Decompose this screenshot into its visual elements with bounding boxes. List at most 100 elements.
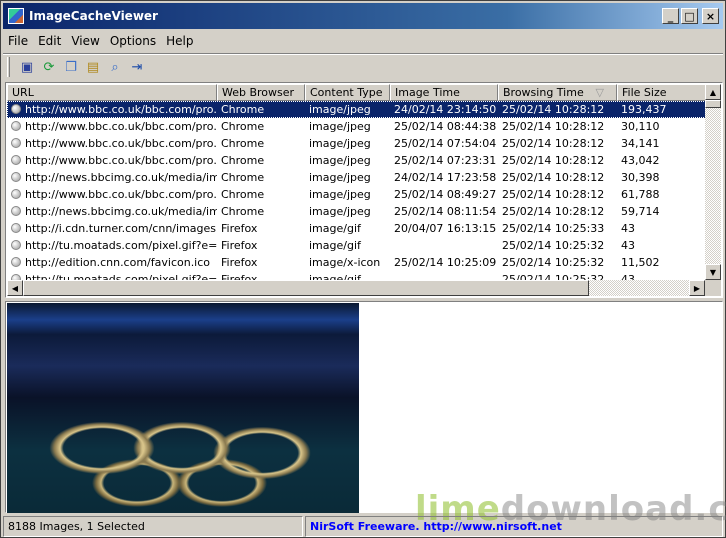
toolbar-grip[interactable]: [7, 57, 10, 77]
cell-browsing-time: 25/02/14 10:28:12: [498, 118, 617, 135]
menu-edit[interactable]: Edit: [33, 34, 66, 48]
cell-browsing-time: 25/02/14 10:28:12: [498, 203, 617, 220]
table-row[interactable]: http://www.bbc.co.uk/bbc.com/pro... Chrom…: [7, 186, 708, 203]
cell-text: 25/02/14 07:54:04: [394, 137, 497, 150]
close-button[interactable]: ×: [702, 8, 719, 24]
menu-options[interactable]: Options: [105, 34, 161, 48]
cell-text: image/jpeg: [309, 120, 371, 133]
cell-image-time: 24/02/14 17:23:58: [390, 169, 498, 186]
column-url[interactable]: URL: [7, 84, 217, 101]
cell-web-browser: Firefox: [217, 254, 305, 271]
title-bar: ImageCacheViewer _ □ ×: [3, 3, 723, 29]
cell-text: Chrome: [221, 188, 265, 201]
column-file-size[interactable]: File Size: [617, 84, 708, 101]
cell-text: 25/02/14 08:49:27: [394, 188, 497, 201]
table-row[interactable]: http://www.bbc.co.uk/bbc.com/pro... Chrom…: [7, 118, 708, 135]
cell-url: http://www.bbc.co.uk/bbc.com/pro...: [7, 135, 217, 152]
cell-text: image/jpeg: [309, 154, 371, 167]
menu-file[interactable]: File: [3, 34, 33, 48]
table-row[interactable]: http://www.bbc.co.uk/bbc.com/pro... Chrom…: [7, 101, 708, 118]
scroll-up-button[interactable]: ▲: [705, 84, 721, 100]
column-web-browser[interactable]: Web Browser: [217, 84, 305, 101]
nirsoft-link[interactable]: NirSoft Freeware. http://www.nirsoft.net: [305, 516, 723, 537]
save-icon[interactable]: ▣: [18, 58, 36, 76]
cell-browsing-time: 25/02/14 10:25:32: [498, 254, 617, 271]
app-window: ImageCacheViewer _ □ × File Edit View Op…: [0, 0, 726, 538]
vertical-scrollbar[interactable]: ▲ ▼: [705, 84, 721, 280]
cell-content-type: image/gif: [305, 220, 390, 237]
maximize-button[interactable]: □: [681, 8, 698, 24]
cell-text: image/gif: [309, 239, 361, 252]
copy-icon[interactable]: ❐: [62, 58, 80, 76]
cell-image-time: 25/02/14 08:44:38: [390, 118, 498, 135]
cell-text: Firefox: [221, 239, 258, 252]
cell-text: 43: [621, 222, 635, 235]
minimize-button[interactable]: _: [662, 8, 679, 24]
cell-url: http://news.bbcimg.co.uk/media/im...: [7, 169, 217, 186]
image-status-icon: [11, 257, 21, 267]
cell-text: Firefox: [221, 256, 258, 269]
find-icon[interactable]: ⌕: [106, 58, 124, 76]
cell-file-size: 34,141: [617, 135, 708, 152]
cell-url: http://news.bbcimg.co.uk/media/im...: [7, 203, 217, 220]
cell-image-time: 25/02/14 07:23:31: [390, 152, 498, 169]
column-browsing-time[interactable]: Browsing Time ▽: [498, 84, 617, 101]
cell-web-browser: Firefox: [217, 237, 305, 254]
table-row[interactable]: http://www.bbc.co.uk/bbc.com/pro... Chrom…: [7, 152, 708, 169]
cell-text: 25/02/14 10:28:12: [502, 154, 605, 167]
horizontal-scrollbar[interactable]: ◀ ▶: [7, 280, 705, 296]
cell-image-time: 25/02/14 08:49:27: [390, 186, 498, 203]
cell-text: 25/02/14 10:25:32: [502, 256, 605, 269]
cell-browsing-time: 25/02/14 10:25:33: [498, 220, 617, 237]
cell-content-type: image/gif: [305, 237, 390, 254]
table-row[interactable]: http://tu.moatads.com/pixel.gif?e=... Fir…: [7, 237, 708, 254]
cell-text: 20/04/07 16:13:15: [394, 222, 497, 235]
cell-content-type: image/jpeg: [305, 169, 390, 186]
cell-text: http://news.bbcimg.co.uk/media/im...: [25, 205, 217, 218]
table-row[interactable]: http://news.bbcimg.co.uk/media/im... Chro…: [7, 203, 708, 220]
column-image-time[interactable]: Image Time: [390, 84, 498, 101]
scroll-right-button[interactable]: ▶: [689, 280, 705, 296]
column-content-type[interactable]: Content Type: [305, 84, 390, 101]
cell-image-time: 25/02/14 08:11:54: [390, 203, 498, 220]
cell-file-size: 43,042: [617, 152, 708, 169]
toolbar: ▣ ⟳ ❐ ▤ ⌕ ⇥: [7, 56, 146, 78]
table-row[interactable]: http://i.cdn.turner.com/cnn/images... Fir…: [7, 220, 708, 237]
scroll-down-button[interactable]: ▼: [705, 264, 721, 280]
cell-text: http://www.bbc.co.uk/bbc.com/pro...: [25, 154, 217, 167]
cell-web-browser: Chrome: [217, 203, 305, 220]
cell-image-time: 20/04/07 16:13:15: [390, 220, 498, 237]
cell-browsing-time: 25/02/14 10:28:12: [498, 101, 617, 118]
table-row[interactable]: http://edition.cnn.com/favicon.ico Firefo…: [7, 254, 708, 271]
cell-text: 25/02/14 10:28:12: [502, 188, 605, 201]
cell-file-size: 30,110: [617, 118, 708, 135]
cell-text: 24/02/14 17:23:58: [394, 171, 497, 184]
cell-text: 25/02/14 10:28:12: [502, 103, 605, 116]
cell-text: http://news.bbcimg.co.uk/media/im...: [25, 171, 217, 184]
cell-text: image/gif: [309, 222, 361, 235]
table-row[interactable]: http://www.bbc.co.uk/bbc.com/pro... Chrom…: [7, 135, 708, 152]
cell-web-browser: Chrome: [217, 118, 305, 135]
scroll-left-button[interactable]: ◀: [7, 280, 23, 296]
cell-text: Chrome: [221, 205, 265, 218]
properties-icon[interactable]: ▤: [84, 58, 102, 76]
cell-text: Chrome: [221, 137, 265, 150]
scroll-thumb[interactable]: [705, 100, 721, 108]
table-row[interactable]: http://news.bbcimg.co.uk/media/im... Chro…: [7, 169, 708, 186]
cell-url: http://edition.cnn.com/favicon.ico: [7, 254, 217, 271]
sort-descending-icon: ▽: [595, 86, 604, 99]
refresh-icon[interactable]: ⟳: [40, 58, 58, 76]
cell-browsing-time: 25/02/14 10:25:32: [498, 237, 617, 254]
menu-view[interactable]: View: [66, 34, 104, 48]
image-status-icon: [11, 206, 21, 216]
menu-help[interactable]: Help: [161, 34, 198, 48]
horizontal-scroll-thumb[interactable]: [23, 280, 589, 296]
cell-text: 25/02/14 10:25:32: [502, 239, 605, 252]
cell-text: 25/02/14 10:28:12: [502, 171, 605, 184]
cell-text: 25/02/14 08:11:54: [394, 205, 497, 218]
cell-text: image/jpeg: [309, 205, 371, 218]
cell-text: http://tu.moatads.com/pixel.gif?e=...: [25, 239, 217, 252]
cell-browsing-time: 25/02/14 10:28:12: [498, 169, 617, 186]
exit-icon[interactable]: ⇥: [128, 58, 146, 76]
cell-text: 25/02/14 10:28:12: [502, 120, 605, 133]
